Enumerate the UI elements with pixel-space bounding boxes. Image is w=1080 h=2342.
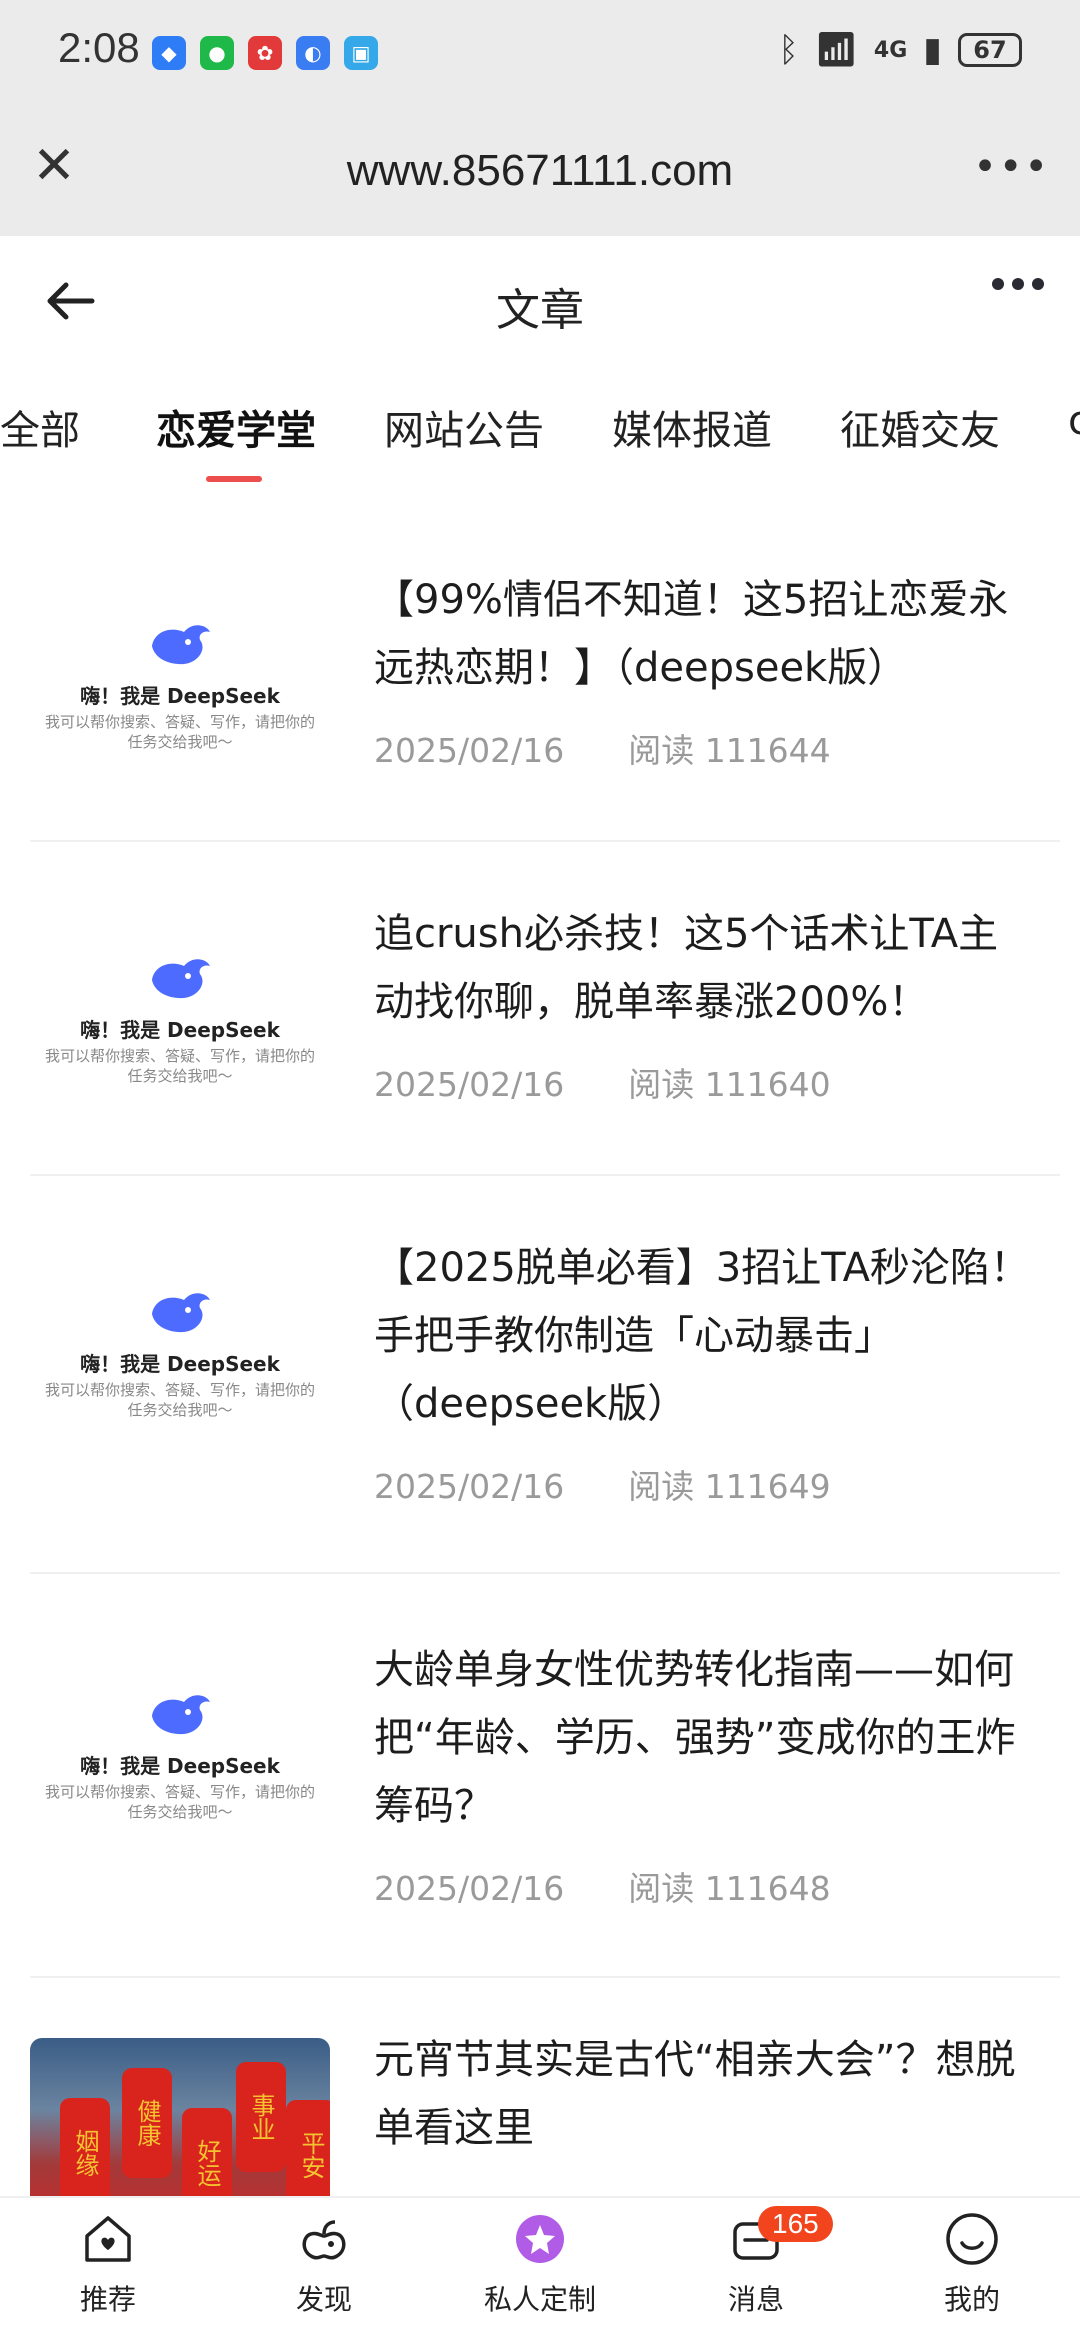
tab-announcements[interactable]: 网站公告 [384,398,544,456]
home-heart-icon [85,2216,131,2262]
article-date: 2025/02/16 [374,731,565,770]
nav-discover[interactable]: 发现 [254,2210,394,2318]
nav-label: 推荐 [79,2283,136,2316]
nav-recommend[interactable]: 推荐 [38,2210,178,2318]
browser-bar: ✕ www.85671111.com ••• [0,108,1080,236]
nav-label: 消息 [727,2283,784,2316]
thumbnail-title: 嗨！我是 DeepSeek [80,684,280,708]
thumbnail-subtitle: 我可以帮你搜索、答疑、写作，请把你的 任务交给我吧～ [44,1783,315,1821]
thumbnail-subtitle: 我可以帮你搜索、答疑、写作，请把你的 任务交给我吧～ [44,1381,315,1419]
tab-media-reports[interactable]: 媒体报道 [612,398,772,456]
battery-level: 67 [973,36,1007,64]
bottom-navigation: 推荐 发现 私人定制 165 消息 我的 [0,2196,1080,2342]
nav-label: 我的 [943,2283,1000,2316]
category-tabs: 全部 恋爱学堂 网站公告 媒体报道 征婚交友 c [0,372,1080,492]
lantern-image: 平安 [286,2100,330,2210]
browser-more-icon[interactable]: ••• [973,144,1050,190]
notification-icons: ◆ ● ✿ ◐ ▣ [152,36,378,70]
article-meta: 2025/02/16 阅读 111649 [374,1460,831,1508]
chat-app-icon: ▣ [344,36,378,70]
star-custom-icon [516,2215,564,2263]
deepseek-logo-icon [152,1293,210,1333]
lantern-image: 健康 [122,2068,172,2178]
divider [30,1572,1060,1574]
tab-love-school[interactable]: 恋爱学堂 [156,398,316,456]
article-thumbnail: 嗨！我是 DeepSeek 我可以帮你搜索、答疑、写作，请把你的 任务交给我吧～ [30,914,330,1114]
status-time: 2:08 [58,24,140,71]
nav-profile[interactable]: 我的 [902,2210,1042,2318]
nav-label: 发现 [295,2283,352,2316]
shield-app-icon: ◆ [152,36,186,70]
article-meta: 2025/02/16 阅读 111640 [374,1058,831,1106]
thumbnail-subtitle: 我可以帮你搜索、答疑、写作，请把你的 任务交给我吧～ [44,1047,315,1085]
signal-icon: ▮ [923,30,942,70]
article-reads: 阅读 111644 [628,731,831,770]
network-label: 4G [873,37,908,63]
article-date: 2025/02/16 [374,1065,565,1104]
article-meta: 2025/02/16 阅读 111648 [374,1862,831,1910]
article-thumbnail: 嗨！我是 DeepSeek 我可以帮你搜索、答疑、写作，请把你的 任务交给我吧～ [30,1650,330,1850]
article-date: 2025/02/16 [374,1467,565,1506]
nav-messages[interactable]: 165 消息 [686,2206,833,2318]
smile-profile-icon [946,2213,998,2265]
article-title[interactable]: 追crush必杀技！这5个话术让TA主动找你聊，脱单率暴涨200%！ [374,900,1034,1036]
page-more-icon[interactable] [992,278,1044,290]
tab-matchmaking[interactable]: 征婚交友 [840,398,1000,456]
lantern-image: 姻缘 [60,2098,110,2208]
page-header: 文章 [0,236,1080,368]
thumbnail-title: 嗨！我是 DeepSeek [80,1754,280,1778]
discover-icon [302,2220,346,2260]
nav-private-custom[interactable]: 私人定制 [470,2210,610,2318]
nav-label: 私人定制 [483,2283,596,2316]
deepseek-logo-icon [152,1695,210,1735]
page-url: www.85671111.com [346,146,734,195]
tab-all[interactable]: 全部 [0,398,80,456]
article-title[interactable]: 大龄单身女性优势转化指南——如何把“年龄、学历、强势”变成你的王炸筹码？ [374,1636,1034,1840]
thumbnail-title: 嗨！我是 DeepSeek [80,1018,280,1042]
active-tab-indicator [206,476,262,482]
page-title: 文章 [496,285,584,336]
article-reads: 阅读 111648 [628,1869,831,1908]
article-date: 2025/02/16 [374,1869,565,1908]
deepseek-logo-icon [152,625,210,665]
article-reads: 阅读 111649 [628,1467,831,1506]
article-reads: 阅读 111640 [628,1065,831,1104]
support-app-icon: ◐ [296,36,330,70]
article-title[interactable]: 【2025脱单必看】3招让TA秒沦陷！手把手教你制造「心动暴击」（deepsee… [374,1234,1034,1438]
thumbnail-title: 嗨！我是 DeepSeek [80,1352,280,1376]
divider [30,1976,1060,1978]
article-meta: 2025/02/16 阅读 111644 [374,724,831,772]
lantern-image: 事业 [236,2062,286,2172]
thumbnail-subtitle: 我可以帮你搜索、答疑、写作，请把你的 任务交给我吧～ [44,713,315,751]
wifi-icon: 📶︎ [814,30,858,70]
battery-icon: 67 [958,33,1022,67]
divider [30,1174,1060,1176]
huawei-icon: ✿ [248,36,282,70]
bluetooth-icon: ᛒ [778,30,799,70]
article-thumbnail: 嗨！我是 DeepSeek 我可以帮你搜索、答疑、写作，请把你的 任务交给我吧～ [30,1248,330,1448]
divider [30,840,1060,842]
article-title[interactable]: 【99%情侣不知道！这5招让恋爱永远热恋期！】（deepseek版） [374,566,1034,702]
wechat-icon: ● [200,36,234,70]
article-thumbnail: 嗨！我是 DeepSeek 我可以帮你搜索、答疑、写作，请把你的 任务交给我吧～ [30,580,330,780]
status-bar: 2:08 ◆ ● ✿ ◐ ▣ ᛒ 📶︎ 4G ▮ 67 [0,0,1080,108]
tab-more[interactable]: c [1068,398,1080,444]
message-count-badge: 165 [758,2206,833,2242]
system-icons: ᛒ 📶︎ 4G ▮ 67 [778,30,1022,70]
article-title[interactable]: 元宵节其实是古代“相亲大会”？想脱单看这里 [374,2026,1034,2162]
deepseek-logo-icon [152,959,210,999]
article-thumbnail-photo: 姻缘 健康 好运 事业 平安 [30,2038,330,2218]
